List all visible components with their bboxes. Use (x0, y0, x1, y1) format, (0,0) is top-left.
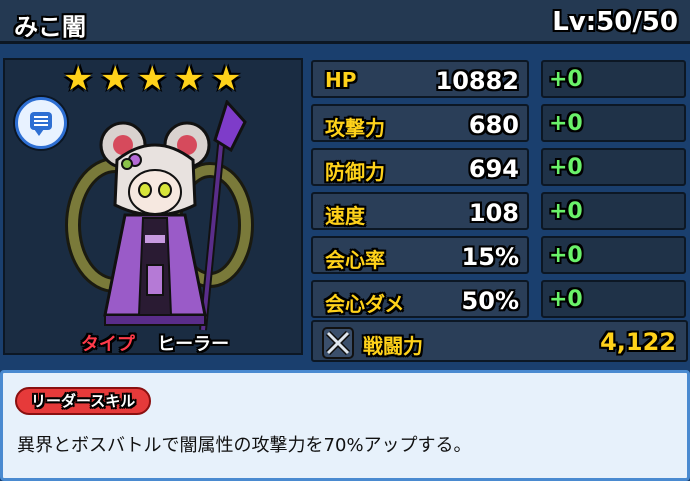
stat-row-defense: 防御力 694 (311, 148, 529, 186)
stat-label: 会心率 (325, 248, 385, 272)
stat-value: 680 (468, 111, 519, 139)
stat-row-speed: 速度 108 (311, 192, 529, 230)
stat-row-hp: HP 10882 (311, 60, 529, 98)
stat-bonus-speed: +0 (541, 192, 686, 230)
leader-skill-tag: リーダースキル (15, 387, 152, 415)
combat-power-value: 4,122 (600, 328, 676, 356)
stat-bonus-crit-damage: +0 (541, 280, 686, 318)
stat-value: 108 (468, 199, 519, 227)
stat-label: 攻撃力 (325, 116, 385, 140)
stat-bonus-attack: +0 (541, 104, 686, 142)
stat-value: 50% (461, 287, 519, 315)
stat-bonus-crit-rate: +0 (541, 236, 686, 274)
type-label: タイプ (80, 334, 135, 355)
stat-label: 会心ダメ (325, 292, 405, 316)
bonus-value: +0 (549, 287, 583, 312)
character-panel: ★ ★ ★ ★ ★ タイプ ヒーラー (3, 58, 303, 355)
leader-skill-panel: リーダースキル 異界とボスバトルで闇属性の攻撃力を70%アップする。 (0, 370, 690, 481)
star-icon: ★ (63, 59, 94, 99)
bonus-value: +0 (549, 155, 583, 180)
crossed-swords-icon (322, 327, 354, 359)
stat-value: 10882 (435, 67, 520, 95)
stat-value: 15% (461, 243, 519, 271)
stat-value: 694 (468, 155, 519, 183)
type-value: ヒーラー (157, 334, 230, 355)
star-icon: ★ (137, 59, 168, 99)
bonus-value: +0 (549, 111, 583, 136)
character-level: Lv:50/50 (552, 7, 678, 37)
stat-label: 防御力 (325, 160, 385, 184)
header-bar: みこ闇 Lv:50/50 (0, 0, 690, 44)
stat-bonus-defense: +0 (541, 148, 686, 186)
character-name: みこ闇 (14, 13, 86, 41)
leader-skill-description: 異界とボスバトルで闇属性の攻撃力を70%アップする。 (17, 435, 472, 456)
combat-power-row: 戦闘力 4,122 (311, 320, 688, 362)
stat-label: HP (325, 68, 357, 92)
rarity-stars: ★ ★ ★ ★ ★ (63, 59, 242, 99)
type-row: タイプ ヒーラー (5, 330, 305, 356)
star-icon: ★ (174, 59, 205, 99)
star-icon: ★ (211, 59, 242, 99)
character-avatar (65, 100, 254, 331)
bonus-value: +0 (549, 243, 583, 268)
bonus-value: +0 (549, 199, 583, 224)
bonus-value: +0 (549, 67, 583, 92)
stat-bonus-hp: +0 (541, 60, 686, 98)
star-icon: ★ (100, 59, 131, 99)
stat-row-attack: 攻撃力 680 (311, 104, 529, 142)
stat-label: 速度 (325, 204, 365, 228)
combat-power-label: 戦闘力 (363, 334, 423, 358)
stat-row-crit-rate: 会心率 15% (311, 236, 529, 274)
stat-row-crit-damage: 会心ダメ 50% (311, 280, 529, 318)
